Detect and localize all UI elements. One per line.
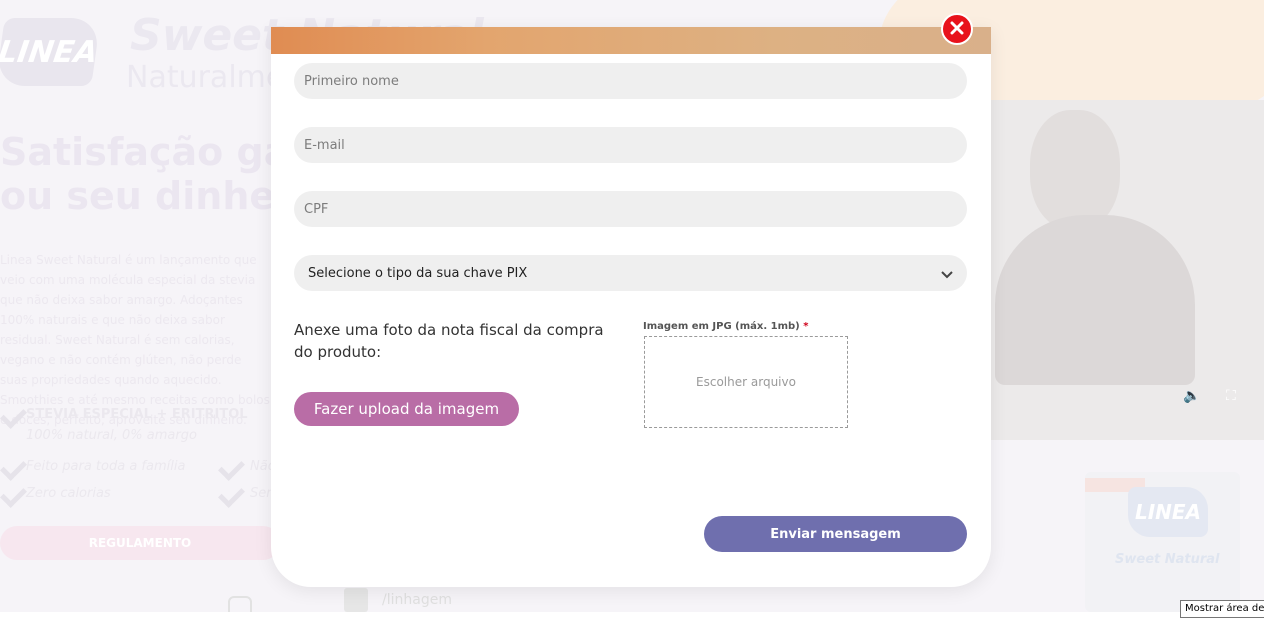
- regulation-button[interactable]: REGULAMENTO: [0, 526, 280, 560]
- form-modal: Selecione o tipo da sua chave PIX Anexe …: [271, 27, 991, 587]
- tooltip: Mostrar área de: [1180, 600, 1264, 618]
- instagram-icon[interactable]: [228, 596, 252, 612]
- check-icon: [0, 454, 27, 481]
- brand-logo: LINEA: [0, 18, 101, 86]
- video-person-body: [995, 215, 1195, 385]
- check-icon: [218, 454, 245, 481]
- chevron-down-icon: [941, 264, 953, 283]
- facebook-icon[interactable]: [344, 588, 368, 612]
- pix-key-select[interactable]: Selecione o tipo da sua chave PIX: [294, 255, 967, 291]
- file-dropzone[interactable]: Escolher arquivo: [644, 336, 848, 428]
- required-mark: *: [803, 321, 809, 332]
- feature-subtext: 100% natural, 0% amargo: [26, 428, 197, 443]
- product-logo: LINEA: [1128, 487, 1208, 537]
- close-icon: [950, 20, 964, 39]
- close-button[interactable]: [941, 13, 973, 45]
- email-field[interactable]: [294, 127, 967, 163]
- upload-instructions: Anexe uma foto da nota fiscal da compra …: [294, 321, 604, 361]
- choose-file-text: Escolher arquivo: [696, 375, 796, 389]
- product-name: Sweet Natural: [1115, 552, 1220, 567]
- modal-header-bar: [271, 27, 991, 54]
- intro-paragraph: Linea Sweet Natural é um lançamento que …: [0, 253, 270, 427]
- upload-image-button[interactable]: Fazer upload da imagem: [294, 392, 519, 426]
- feature-text: Zero calorias: [26, 486, 111, 501]
- first-name-field[interactable]: [294, 63, 967, 99]
- pix-key-select-value: Selecione o tipo da sua chave PIX: [308, 265, 528, 281]
- file-field-label-text: Imagem em JPG (máx. 1mb): [643, 321, 800, 332]
- fullscreen-icon[interactable]: ⛶: [1226, 388, 1236, 404]
- video-person-head: [1030, 110, 1120, 230]
- volume-icon[interactable]: 🔈: [1183, 388, 1200, 404]
- feature-text: STEVIA ESPECIAL + ERITRITOL: [26, 407, 248, 422]
- check-icon: [218, 481, 245, 508]
- file-field-label: Imagem em JPG (máx. 1mb) *: [643, 321, 808, 332]
- check-icon: [0, 481, 27, 508]
- social-handle[interactable]: /linhagem: [382, 592, 452, 608]
- feature-text: Feito para toda a família: [26, 459, 186, 474]
- cpf-field[interactable]: [294, 191, 967, 227]
- submit-button[interactable]: Enviar mensagem: [704, 516, 967, 552]
